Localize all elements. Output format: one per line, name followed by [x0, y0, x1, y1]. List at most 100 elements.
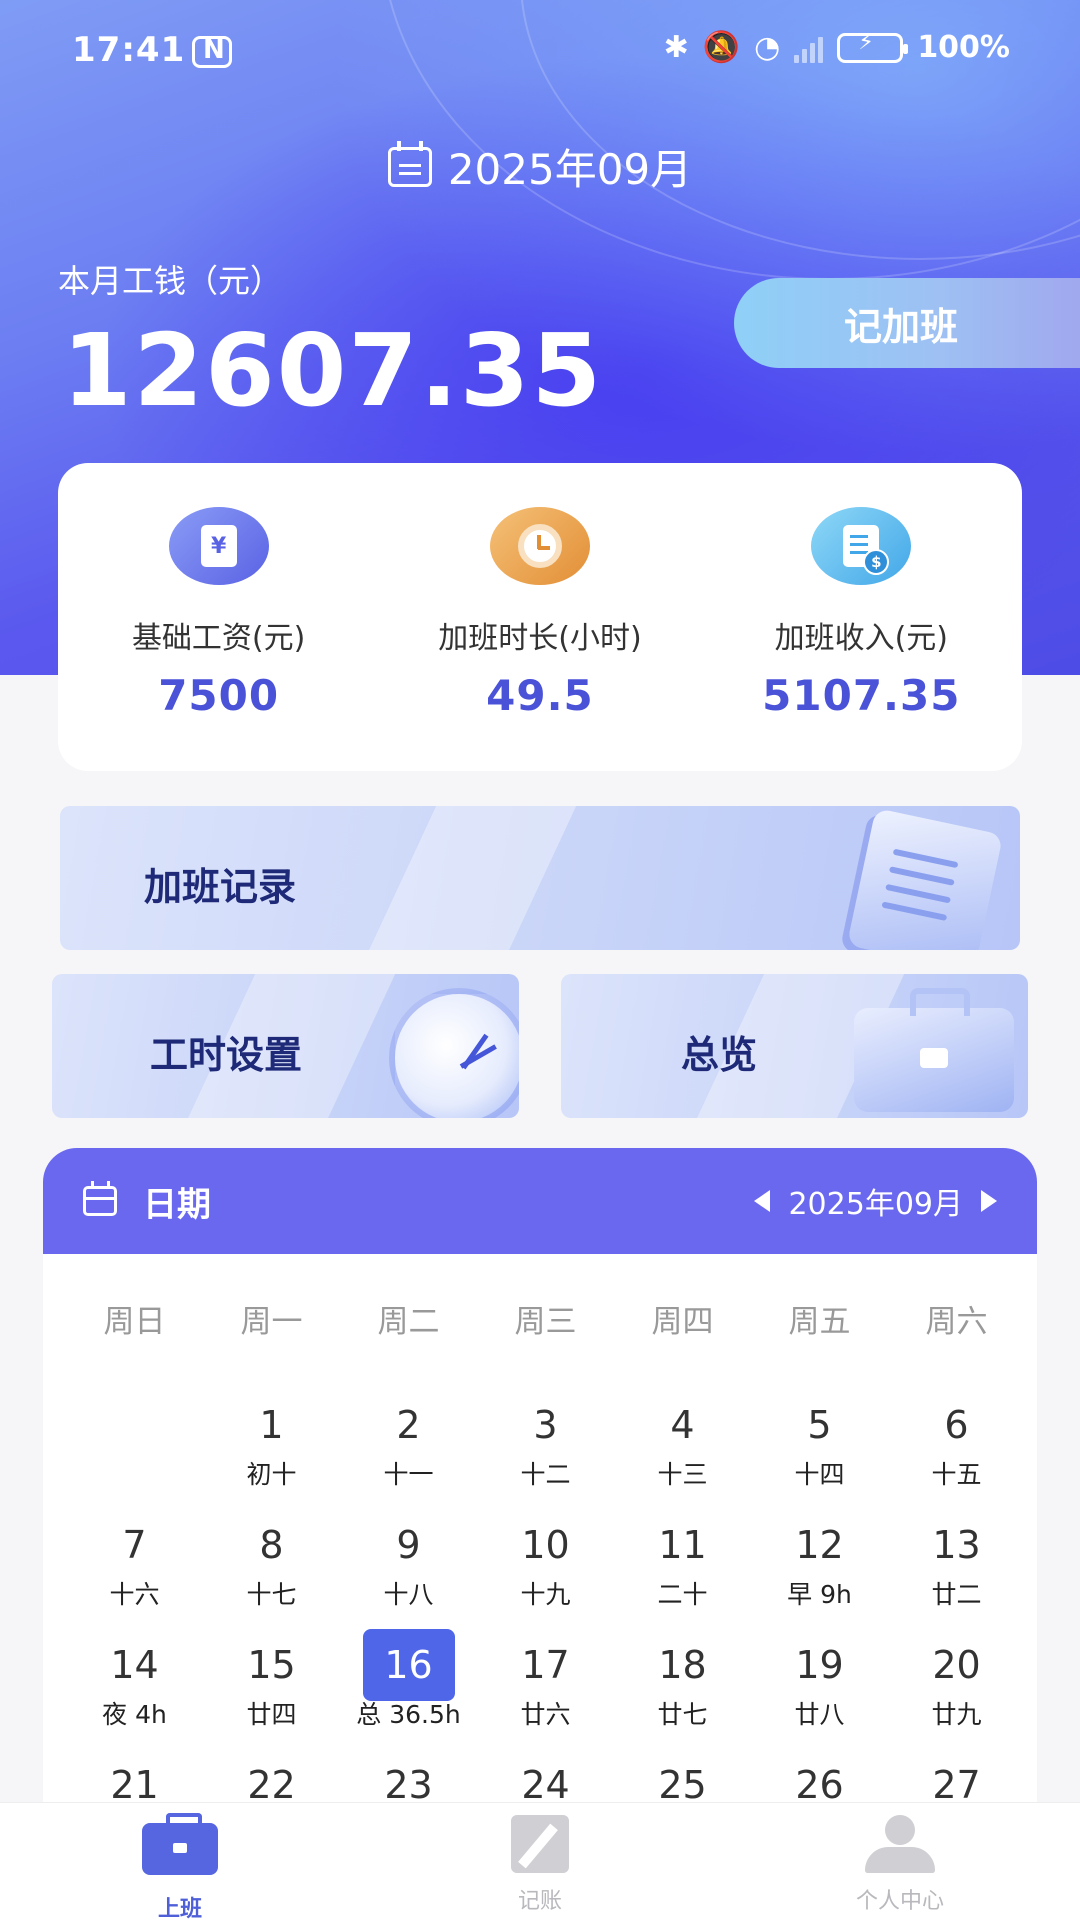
day-subtitle: 十七 [246, 1580, 297, 1609]
day-subtitle: 廿九 [931, 1700, 982, 1729]
status-time: 17:41 [72, 30, 186, 70]
work-hours-settings-card[interactable]: 工时设置 [52, 974, 519, 1118]
calendar-icon [83, 1181, 117, 1216]
calendar-day[interactable]: 16 总 36.5h [340, 1617, 477, 1739]
status-icons: ✱ 🔕 ◔ 100% [663, 30, 1010, 66]
stat-label: 加班时长(小时) [438, 621, 642, 656]
day-number: 5 [807, 1403, 832, 1447]
nfc-icon [192, 35, 232, 68]
overview-card[interactable]: 总览 [561, 974, 1028, 1118]
day-subtitle: 廿二 [931, 1580, 982, 1609]
calendar-icon [387, 140, 432, 187]
calendar-day[interactable]: 11 二十 [614, 1497, 751, 1619]
calendar-day[interactable]: 14 夜 4h [66, 1617, 203, 1739]
day-number: 8 [259, 1523, 284, 1567]
day-number: 13 [932, 1523, 981, 1567]
status-bar: 17:41 ✱ 🔕 ◔ 100% [0, 0, 1080, 105]
nav-item-work[interactable]: 上班 [0, 1803, 360, 1920]
calendar-day[interactable]: 13 廿二 [888, 1497, 1025, 1619]
day-number: 4 [670, 1403, 695, 1447]
day-subtitle: 十一 [383, 1460, 434, 1489]
mute-bell-icon: 🔕 [702, 30, 741, 65]
day-number: 2 [396, 1403, 421, 1447]
nav-item-bookkeeping[interactable]: 记账 [360, 1803, 720, 1920]
weekday-label: 周四 [651, 1304, 714, 1340]
day-subtitle: 夜 4h [102, 1700, 167, 1729]
day-subtitle: 十八 [383, 1580, 434, 1609]
bluetooth-icon: ✱ [663, 30, 689, 65]
day-number: 9 [396, 1523, 421, 1567]
calendar-header: 日期 2025年09月 [43, 1148, 1037, 1254]
notepad-icon [511, 1815, 569, 1873]
day-number: 20 [932, 1643, 981, 1687]
nav-item-profile[interactable]: 个人中心 [720, 1803, 1080, 1920]
calendar-day[interactable]: 7 十六 [66, 1497, 203, 1619]
day-subtitle: 十三 [657, 1460, 708, 1489]
stat-value: 5107.35 [762, 671, 961, 720]
person-icon [865, 1815, 935, 1875]
stat-value: 7500 [158, 671, 280, 720]
day-number: 11 [658, 1523, 707, 1567]
month-title: 2025年09月 [447, 145, 693, 194]
day-number: 7 [122, 1523, 147, 1567]
day-number: 19 [795, 1643, 844, 1687]
calendar-day[interactable]: 19 廿八 [751, 1617, 888, 1739]
day-subtitle: 十二 [520, 1460, 571, 1489]
weekday-label: 周五 [788, 1304, 851, 1340]
day-subtitle: 廿四 [246, 1700, 297, 1729]
stat-overtime-hours: 加班时长(小时) 49.5 [390, 507, 690, 771]
day-subtitle: 廿八 [794, 1700, 845, 1729]
bottom-navigation: 上班 记账 个人中心 [0, 1802, 1080, 1920]
calendar-day[interactable]: 8 十七 [203, 1497, 340, 1619]
weekday-label: 周日 [103, 1304, 166, 1340]
record-overtime-button[interactable]: 记加班 [734, 278, 1080, 368]
weekday-label: 周六 [925, 1304, 988, 1340]
day-subtitle: 早 9h [787, 1580, 852, 1609]
stat-label: 加班收入(元) [774, 621, 949, 656]
day-subtitle: 总 36.5h [356, 1700, 461, 1729]
next-month-icon[interactable] [981, 1190, 997, 1212]
calendar-day[interactable]: 9 十八 [340, 1497, 477, 1619]
calendar-day[interactable]: 15 廿四 [203, 1617, 340, 1739]
day-subtitle: 廿六 [520, 1700, 571, 1729]
nav-label: 记账 [517, 1889, 562, 1914]
day-subtitle: 十五 [931, 1460, 982, 1489]
document-illustration-icon [846, 808, 1004, 950]
month-selector[interactable]: 2025年09月 [0, 136, 1080, 197]
day-subtitle: 十九 [520, 1580, 571, 1609]
overtime-records-card[interactable]: 加班记录 [60, 806, 1020, 950]
day-number: 14 [110, 1643, 159, 1687]
calendar-day[interactable]: 4 十三 [614, 1377, 751, 1499]
yen-document-icon: ¥ [168, 507, 269, 585]
day-number: 6 [944, 1403, 969, 1447]
calendar-day[interactable]: 1 初十 [203, 1377, 340, 1499]
nav-label: 个人中心 [855, 1889, 944, 1914]
calendar-day[interactable]: 10 十九 [477, 1497, 614, 1619]
battery-percentage: 100% [917, 30, 1010, 65]
weekday-row: 周日 周一 周二 周三 周四 周五 周六 [43, 1296, 1037, 1341]
previous-month-icon[interactable] [754, 1190, 771, 1212]
overview-label: 总览 [681, 1033, 758, 1077]
day-subtitle: 二十 [657, 1580, 708, 1609]
calendar-day[interactable]: 12 早 9h [751, 1497, 888, 1619]
briefcase-icon [142, 1813, 218, 1875]
calendar-day[interactable]: 2 十一 [340, 1377, 477, 1499]
calendar-day[interactable]: 6 十五 [888, 1377, 1025, 1499]
calendar-day[interactable]: 18 廿七 [614, 1617, 751, 1739]
calendar-day[interactable]: 3 十二 [477, 1377, 614, 1499]
weekday-label: 周二 [377, 1304, 440, 1340]
calendar-month-nav: 2025年09月 [754, 1179, 997, 1223]
day-subtitle: 十四 [794, 1460, 845, 1489]
calendar-day[interactable]: 17 廿六 [477, 1617, 614, 1739]
day-subtitle: 廿七 [657, 1700, 708, 1729]
calendar-day[interactable]: 20 廿九 [888, 1617, 1025, 1739]
clock-icon [489, 507, 590, 585]
stat-label: 基础工资(元) [131, 621, 306, 656]
wifi-icon: ◔ [754, 30, 781, 65]
invoice-dollar-icon [811, 507, 912, 585]
calendar-day[interactable]: 5 十四 [751, 1377, 888, 1499]
day-number: 10 [521, 1523, 570, 1567]
day-subtitle: 十六 [109, 1580, 160, 1609]
cellular-signal-icon [794, 33, 824, 63]
nav-label: 上班 [157, 1897, 202, 1920]
